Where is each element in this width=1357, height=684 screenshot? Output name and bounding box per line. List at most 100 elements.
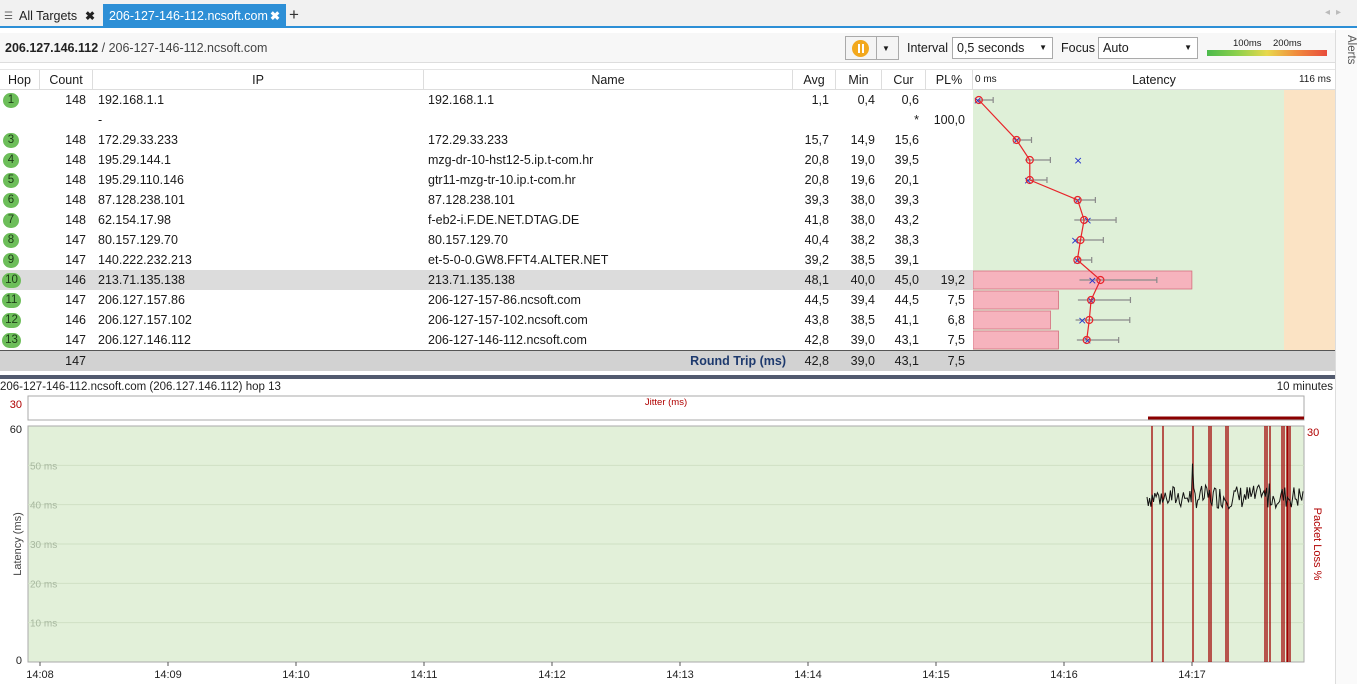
hop-ip: 195.29.144.1	[98, 153, 171, 167]
hop-cur: 0,6	[901, 93, 919, 107]
timeline-range[interactable]: 10 minutes	[1277, 381, 1333, 393]
hop-ip: 206.127.146.112	[98, 333, 191, 347]
table-row[interactable]: 4 148 195.29.144.1 mzg-dr-10-hst12-5.ip.t-c…	[0, 150, 973, 170]
table-row[interactable]: 3 148 172.29.33.233 172.29.33.233 15,7 14,9 15…	[0, 130, 973, 150]
hop-avg: 20,8	[804, 173, 829, 187]
hop-pl: 19,2	[940, 273, 965, 287]
table-row[interactable]: 10 146 213.71.135.138 213.71.135.138 48,1 40,…	[0, 270, 973, 290]
hop-min: 38,5	[850, 253, 875, 267]
chevron-down-icon: ▼	[1039, 43, 1047, 52]
hop-cur: 15,6	[894, 133, 919, 147]
latency-color-legend	[1207, 50, 1327, 56]
target-ip: 206.127.146.112	[5, 41, 99, 55]
interval-select[interactable]: 0,5 seconds ▼	[952, 37, 1053, 59]
col-pl[interactable]: PL%	[926, 70, 973, 90]
hop-cur: 43,2	[894, 213, 919, 227]
y-tick-label: 50 ms	[30, 461, 57, 472]
hop-count: 148	[65, 193, 86, 207]
tab-scroll-icon[interactable]: ◂▸	[1325, 7, 1347, 18]
x-tick-label: 14:09	[154, 669, 182, 681]
latency-current-mark: ×	[973, 94, 982, 107]
hop-pl: 7,5	[947, 333, 965, 347]
hop-count: 148	[65, 133, 86, 147]
add-tab-icon[interactable]: +	[289, 5, 299, 25]
chevron-down-icon[interactable]: ▼	[882, 44, 890, 53]
pause-button[interactable]: ▼	[845, 36, 899, 60]
tab-bar: ☰ All Targets ✖ 206-127-146-112.ncsoft.c…	[0, 0, 1357, 28]
hop-name: 206-127-157-102.ncsoft.com	[428, 313, 588, 327]
hop-ip: 62.154.17.98	[98, 213, 171, 227]
x-tick-label: 14:14	[794, 669, 822, 681]
hop-min: 19,0	[850, 153, 875, 167]
interval-label: Interval	[907, 41, 948, 55]
hop-avg: 15,7	[804, 133, 829, 147]
table-row[interactable]: 1 148 192.168.1.1 192.168.1.1 1,1 0,4 0,6	[0, 90, 973, 110]
hop-cur: 39,5	[894, 153, 919, 167]
x-tick-label: 14:12	[538, 669, 566, 681]
col-name[interactable]: Name	[424, 70, 793, 90]
hop-min: 38,0	[850, 213, 875, 227]
hop-min: 39,4	[850, 293, 875, 307]
table-row[interactable]: 13 147 206.127.146.112 206-127-146-112.ncso…	[0, 330, 973, 350]
target-title: 206.127.146.112 / 206-127-146-112.ncsoft…	[5, 41, 268, 55]
menu-icon[interactable]: ☰	[4, 11, 14, 22]
table-row[interactable]: 7 148 62.154.17.98 f-eb2-i.F.DE.NET.DTAG.DE…	[0, 210, 973, 230]
tab-active-target[interactable]: 206-127-146-112.ncsoft.com ✖	[103, 4, 286, 28]
hop-number-badge: 6	[3, 193, 19, 208]
alerts-panel-tab[interactable]: Alerts	[1338, 33, 1357, 153]
splitter[interactable]	[0, 375, 1335, 379]
hop-name: 87.128.238.101	[428, 193, 515, 207]
table-header: Hop Count IP Name Avg Min Cur PL% 0 ms L…	[0, 69, 1335, 90]
totals-row: 147 Round Trip (ms) 42,8 39,0 43,1 7,5	[0, 350, 1335, 371]
latency-warn-zone	[1284, 90, 1335, 350]
hop-avg: 39,3	[804, 193, 829, 207]
focus-select[interactable]: Auto ▼	[1098, 37, 1198, 59]
focus-value: Auto	[1103, 41, 1129, 55]
table-row[interactable]: 11 147 206.127.157.86 206-127-157-86.ncsoft…	[0, 290, 973, 310]
packet-loss-bar	[973, 310, 1051, 330]
close-icon[interactable]: ✖	[270, 9, 280, 23]
latency-current-mark: ×	[1070, 234, 1079, 247]
table-row[interactable]: 12 146 206.127.157.102 206-127-157-102.ncso…	[0, 310, 973, 330]
hop-count: 147	[65, 293, 86, 307]
hop-cur: 20,1	[894, 173, 919, 187]
col-avg[interactable]: Avg	[793, 70, 836, 90]
hop-min: 38,0	[850, 193, 875, 207]
col-count[interactable]: Count	[40, 70, 93, 90]
table-row[interactable]: 5 148 195.29.110.146 gtr11-mzg-tr-10.ip.t-c…	[0, 170, 973, 190]
hop-avg: 40,4	[804, 233, 829, 247]
x-tick-label: 14:15	[922, 669, 950, 681]
hop-pl: 7,5	[947, 293, 965, 307]
hop-number-badge: 11	[2, 293, 21, 308]
hop-min: 38,5	[850, 313, 875, 327]
hop-ip: 195.29.110.146	[98, 173, 184, 187]
table-row[interactable]: 9 147 140.222.232.213 et-5-0-0.GW8.FFT4.ALT…	[0, 250, 973, 270]
tab-all-targets[interactable]: ☰ All Targets ✖	[0, 4, 101, 28]
latency-graph: ××××××××××××	[973, 90, 1335, 350]
y-tick-label: 30 ms	[30, 540, 57, 551]
col-hop[interactable]: Hop	[0, 70, 40, 90]
hop-name: 206-127-157-86.ncsoft.com	[428, 293, 581, 307]
col-latency[interactable]: 0 ms Latency 116 ms	[973, 70, 1335, 90]
hop-number-badge: 10	[2, 273, 21, 288]
y-axis-max: 60	[10, 424, 22, 436]
col-cur[interactable]: Cur	[882, 70, 926, 90]
hop-count: 147	[65, 233, 86, 247]
y2-axis-max: 30	[1307, 427, 1319, 439]
table-row[interactable]: - * 100,0	[0, 110, 973, 130]
totals-cur: 43,1	[894, 354, 919, 368]
hop-ip: 213.71.135.138	[98, 273, 185, 287]
hop-cur: 39,3	[894, 193, 919, 207]
totals-min: 39,0	[850, 354, 875, 368]
table-row[interactable]: 6 148 87.128.238.101 87.128.238.101 39,3 38,0…	[0, 190, 973, 210]
hop-number-badge: 1	[3, 93, 19, 108]
hop-name: mzg-dr-10-hst12-5.ip.t-com.hr	[428, 153, 594, 167]
col-min[interactable]: Min	[836, 70, 882, 90]
hop-ip: 206.127.157.86	[98, 293, 185, 307]
y-tick-label: 10 ms	[30, 619, 57, 630]
hop-name: 80.157.129.70	[428, 233, 508, 247]
hop-name: gtr11-mzg-tr-10.ip.t-com.hr	[428, 173, 576, 187]
close-icon[interactable]: ✖	[85, 9, 95, 23]
col-ip[interactable]: IP	[93, 70, 424, 90]
table-row[interactable]: 8 147 80.157.129.70 80.157.129.70 40,4 38,2 38…	[0, 230, 973, 250]
